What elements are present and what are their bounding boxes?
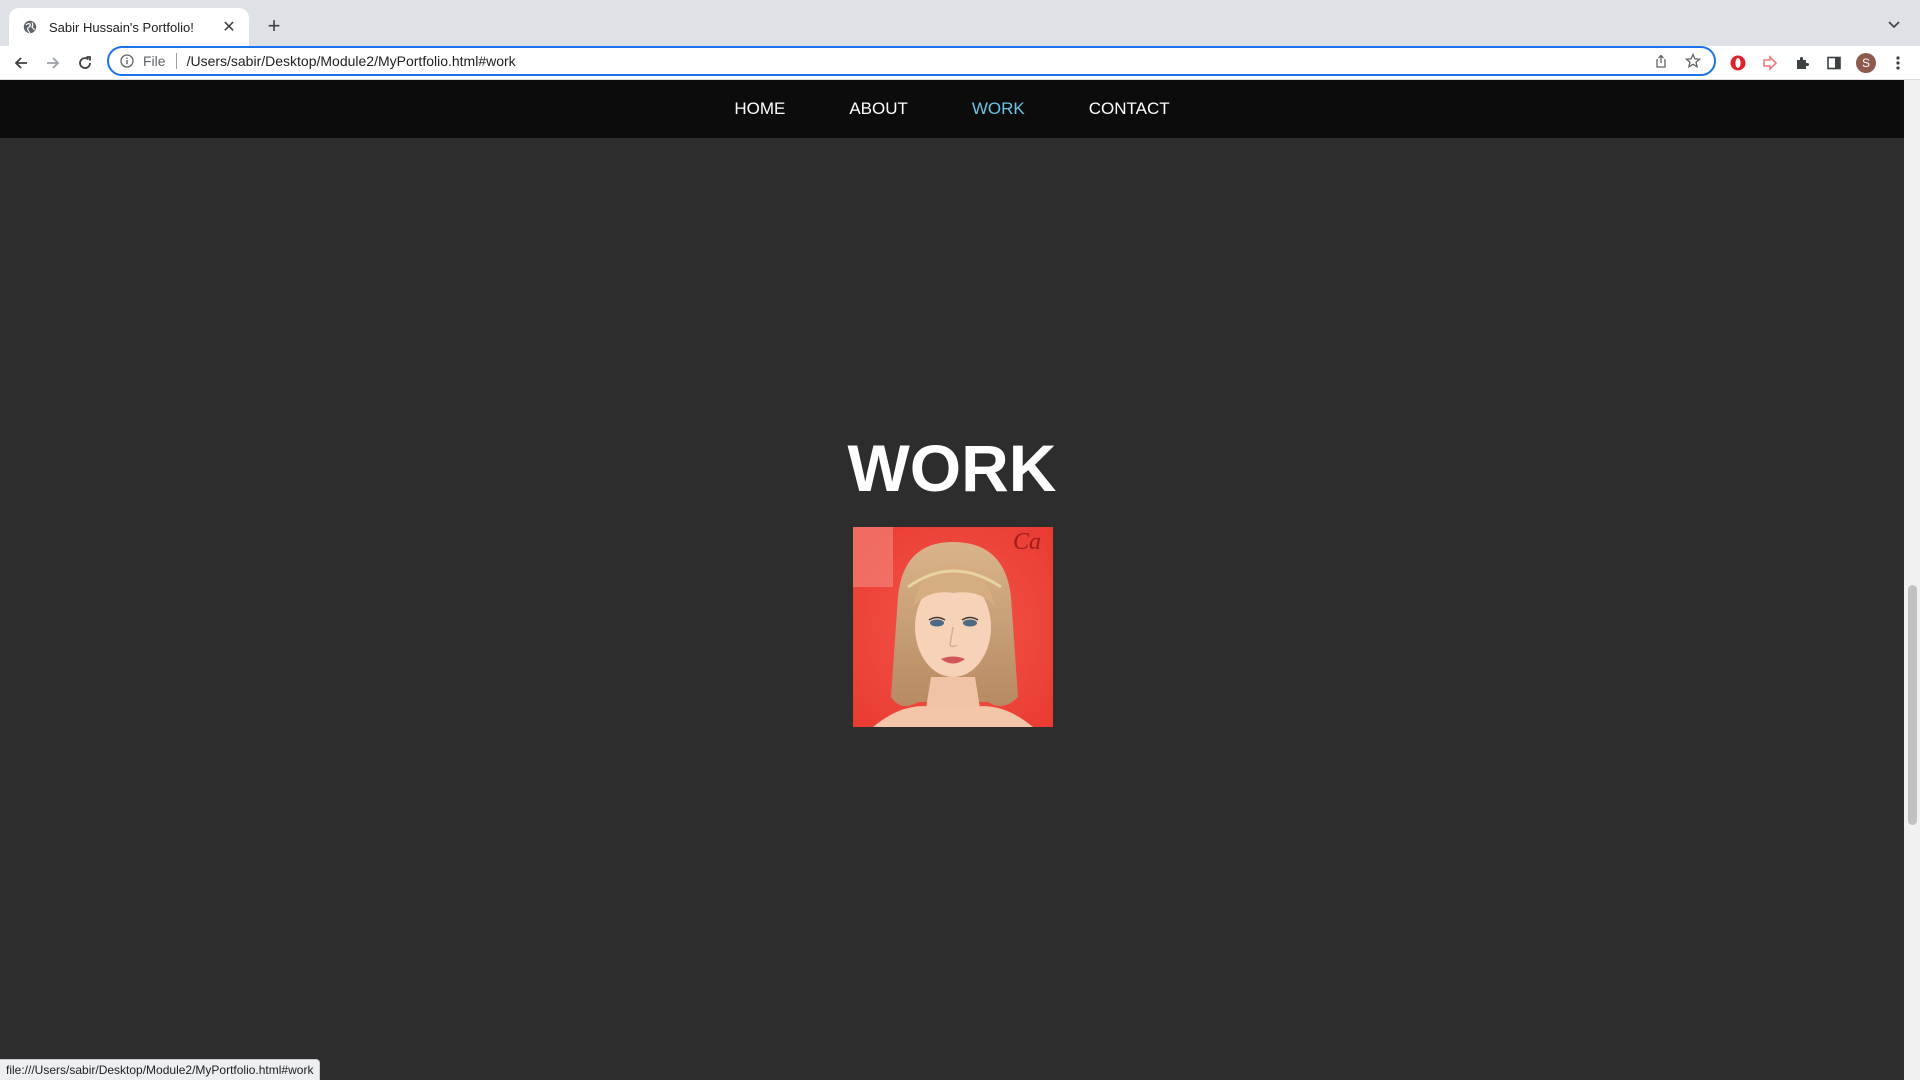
nav-work[interactable]: WORK [972, 99, 1025, 119]
nav-contact[interactable]: CONTACT [1089, 99, 1170, 119]
new-tab-icon[interactable]: + [260, 12, 288, 40]
url-text[interactable]: /Users/sabir/Desktop/Module2/MyPortfolio… [187, 53, 1640, 69]
browser-tab[interactable]: Sabir Hussain's Portfolio! ✕ [9, 8, 249, 46]
scrollbar-thumb[interactable] [1908, 585, 1917, 825]
chevron-down-icon[interactable] [1882, 12, 1906, 36]
tab-strip: Sabir Hussain's Portfolio! ✕ + [0, 0, 1920, 46]
globe-icon [21, 18, 39, 36]
back-arrow-icon[interactable] [7, 49, 35, 77]
profile-avatar[interactable]: S [1852, 49, 1880, 77]
reload-icon[interactable] [71, 49, 99, 77]
side-panel-icon[interactable] [1820, 49, 1848, 77]
site-navbar: HOME ABOUT WORK CONTACT [0, 80, 1904, 138]
info-icon[interactable] [119, 53, 135, 69]
section-heading: WORK [847, 431, 1057, 505]
portrait-photo: Ca [853, 527, 1053, 727]
address-bar[interactable]: File /Users/sabir/Desktop/Module2/MyPort… [107, 46, 1716, 76]
divider [175, 53, 177, 69]
scrollbar[interactable] [1904, 80, 1920, 1080]
forward-arrow-icon[interactable] [39, 49, 67, 77]
nav-about[interactable]: ABOUT [849, 99, 908, 119]
bookmark-star-icon[interactable] [1682, 50, 1704, 72]
status-url: file:///Users/sabir/Desktop/Module2/MyPo… [6, 1063, 314, 1077]
url-scheme-label: File [143, 53, 166, 69]
puzzle-extensions-icon[interactable] [1788, 49, 1816, 77]
share-icon[interactable] [1650, 50, 1672, 72]
extension-arrow-icon[interactable] [1756, 49, 1784, 77]
avatar: S [1856, 53, 1876, 73]
status-bar: file:///Users/sabir/Desktop/Module2/MyPo… [0, 1059, 321, 1080]
svg-text:Ca: Ca [1013, 529, 1041, 555]
more-menu-icon[interactable] [1884, 49, 1912, 77]
nav-home[interactable]: HOME [734, 99, 785, 119]
page-content: HOME ABOUT WORK CONTACT WORK Ca [0, 80, 1904, 1080]
browser-toolbar: File /Users/sabir/Desktop/Module2/MyPort… [0, 46, 1920, 80]
close-tab-icon[interactable]: ✕ [219, 17, 239, 37]
opera-extension-icon[interactable] [1724, 49, 1752, 77]
tab-title: Sabir Hussain's Portfolio! [49, 19, 194, 35]
